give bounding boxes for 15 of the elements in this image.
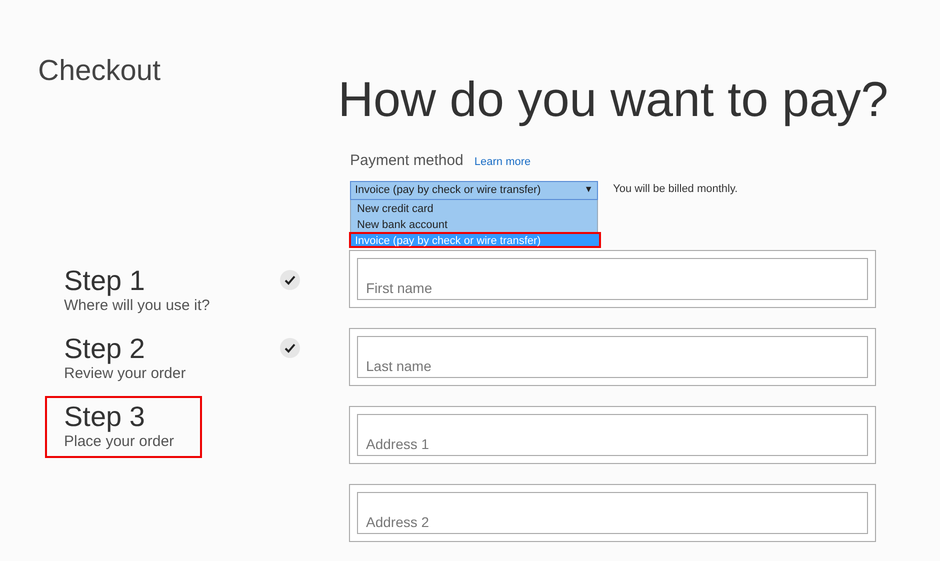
input-field[interactable]: Address 1 (357, 414, 868, 456)
page-title: Checkout (38, 54, 161, 89)
step-item: Step 2 Review your order (64, 334, 187, 384)
learn-more-link[interactable]: Learn more (474, 154, 531, 170)
page-heading: How do you want to pay? (338, 72, 888, 129)
field-label: Payment method (350, 151, 464, 171)
step-item: Step 1 Where will you use it? (64, 266, 211, 316)
input-field[interactable]: Last name (357, 336, 868, 378)
billing-note: You will be billed monthly. (613, 182, 738, 196)
input-field[interactable]: First name (357, 258, 868, 300)
step-item: Step 3 Place your order (45, 396, 202, 458)
input-field[interactable]: Address 2 (357, 492, 868, 534)
dropdown-option[interactable]: New bank account (351, 216, 597, 232)
payment-method-select[interactable]: Invoice (pay by check or wire transfer) ▼ (350, 180, 598, 200)
dropdown-option[interactable]: New credit card (351, 200, 597, 216)
